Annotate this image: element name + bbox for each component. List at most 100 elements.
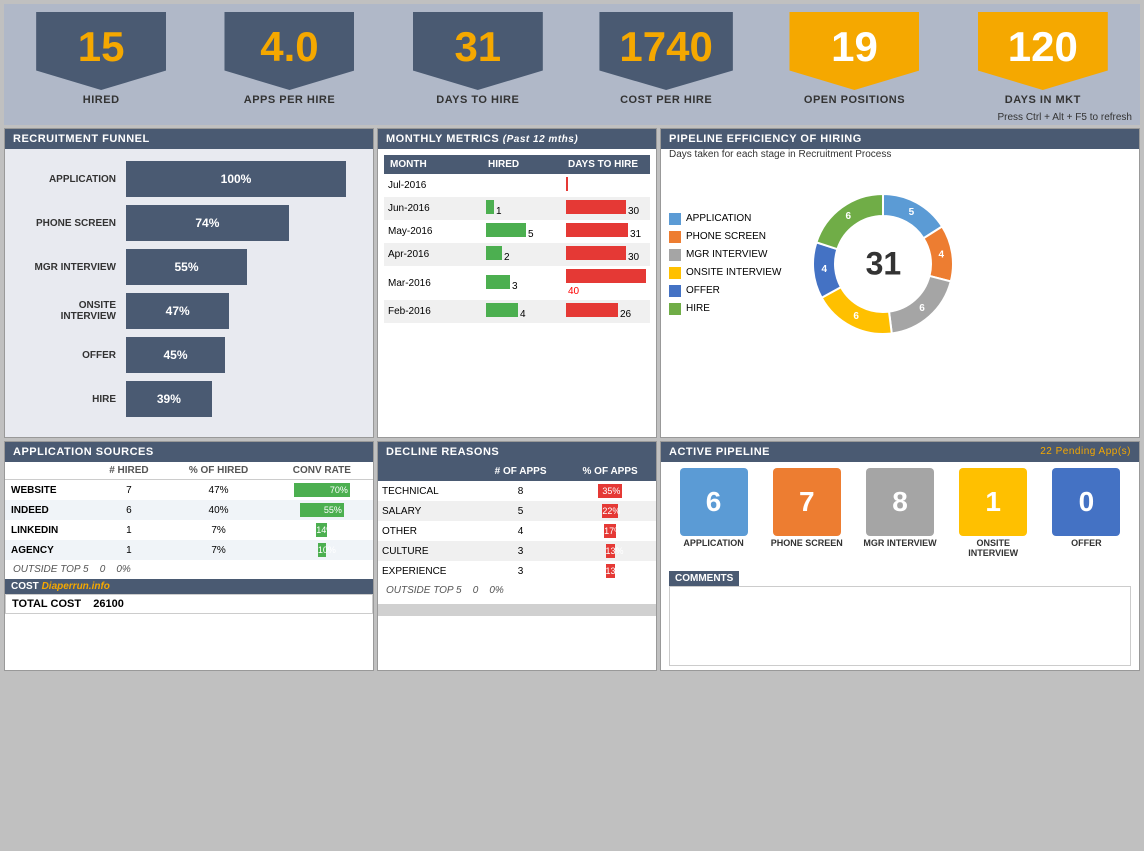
- kpi-label: HIRED: [83, 94, 120, 110]
- pipeline-boxes: 6 APPLICATION 7 PHONE SCREEN 8MGR INTERVIEW1…: [661, 462, 1139, 564]
- kpi-item-hired: 15 HIRED: [8, 12, 194, 110]
- kpi-item-days-in-mkt: 120DAYS IN MKT: [950, 12, 1136, 110]
- monthly-month: Jul-2016: [384, 174, 482, 197]
- kpi-label: APPS PER HIRE: [244, 94, 335, 110]
- decline-row: CULTURE313%: [378, 541, 656, 561]
- funnel-panel: RECRUITMENT FUNNEL APPLICATION100% PHONE …: [4, 128, 374, 438]
- svg-text:6: 6: [920, 303, 926, 314]
- decline-row: SALARY522%: [378, 501, 656, 521]
- monthly-month: Feb-2016: [384, 300, 482, 323]
- kpi-label: DAYS IN MKT: [1005, 94, 1081, 110]
- decline-row: OTHER417%: [378, 521, 656, 541]
- pipeline-stage-label: OFFER: [1071, 538, 1102, 548]
- main-grid: RECRUITMENT FUNNEL APPLICATION100%PHONE …: [4, 128, 1140, 671]
- funnel-row-label: APPLICATION: [21, 174, 126, 185]
- active-pipeline-title: ACTIVE PIPELINE 22 Pending App(s): [661, 442, 1139, 462]
- decline-panel: DECLINE REASONS # OF APPS% OF APPSTECHNI…: [377, 441, 657, 671]
- dashboard: 15 HIRED 4.0 APPS PER HIRE 31 DAYS TO HIRE 174…: [0, 0, 1144, 675]
- total-cost-label: TOTAL COST: [12, 598, 81, 610]
- svg-text:5: 5: [909, 207, 915, 218]
- kpi-value: 31: [413, 12, 543, 90]
- decline-row: EXPERIENCE313%: [378, 561, 656, 581]
- monthly-row: May-2016531: [384, 220, 650, 243]
- funnel-bar: 45%: [126, 337, 225, 373]
- funnel-row-label: HIRE: [21, 394, 126, 405]
- legend-label: ONSITE INTERVIEW: [686, 264, 781, 282]
- source-col-header: # HIRED: [91, 462, 166, 480]
- refresh-hint: Press Ctrl + Alt + F5 to refresh: [4, 110, 1140, 125]
- comments-section: COMMENTS: [669, 568, 1131, 666]
- kpi-row: 15HIRED4.0APPS PER HIRE31DAYS TO HIRE174…: [4, 4, 1140, 110]
- pipeline-stage-label: APPLICATION: [683, 538, 743, 548]
- kpi-label: COST PER HIRE: [620, 94, 712, 110]
- pipeline-stage-box: 8MGR INTERVIEW: [855, 468, 944, 558]
- monthly-col-header: MONTH: [384, 155, 482, 174]
- monthly-row: Jun-2016130: [384, 197, 650, 220]
- funnel-bar: 100%: [126, 161, 346, 197]
- pipeline-stage-box: 1ONSITE INTERVIEW: [949, 468, 1038, 558]
- svg-text:4: 4: [822, 264, 828, 275]
- source-col-header: CONV RATE: [271, 462, 373, 480]
- monthly-row: Mar-2016340: [384, 266, 650, 300]
- monthly-col-header: DAYS TO HIRE: [562, 155, 650, 174]
- app-source-row: INDEED640%55%: [5, 500, 373, 520]
- svg-text:4: 4: [939, 249, 945, 260]
- monthly-col-header: HIRED: [482, 155, 562, 174]
- kpi-value: 1740: [599, 12, 732, 90]
- pipeline-panel: PIPELINE EFFICIENCY OF HIRING Days taken…: [660, 128, 1140, 438]
- app-sources-content: # HIRED% OF HIREDCONV RATEWEBSITE747%70%…: [5, 462, 373, 614]
- monthly-table: MONTHHIREDDAYS TO HIRE Jul-2016Jun-201613…: [384, 155, 650, 323]
- source-col-header: [5, 462, 91, 480]
- legend-item: HIRE: [669, 300, 781, 318]
- app-source-row: WEBSITE747%70%: [5, 480, 373, 501]
- decline-title: DECLINE REASONS: [378, 442, 656, 462]
- funnel-bar: 74%: [126, 205, 289, 241]
- svg-text:6: 6: [846, 211, 852, 222]
- legend-item: ONSITE INTERVIEW: [669, 264, 781, 282]
- pipeline-stage-value: 7: [773, 468, 841, 536]
- pipeline-subtitle: Days taken for each stage in Recruitment…: [661, 149, 1139, 166]
- pipeline-stage-label: ONSITE INTERVIEW: [968, 538, 1018, 558]
- pipeline-stage-label: MGR INTERVIEW: [863, 538, 936, 548]
- funnel-bar: 55%: [126, 249, 247, 285]
- funnel-row: APPLICATION100%: [21, 161, 357, 197]
- legend-label: APPLICATION: [686, 210, 751, 228]
- legend-item: PHONE SCREEN: [669, 228, 781, 246]
- funnel-row-label: OFFER: [21, 350, 126, 361]
- pipeline-stage-label: PHONE SCREEN: [771, 538, 843, 548]
- funnel-row: HIRE39%: [21, 381, 357, 417]
- funnel-row: MGR INTERVIEW55%: [21, 249, 357, 285]
- decline-row: TECHNICAL835%: [378, 481, 656, 501]
- pipeline-stage-box: 0OFFER: [1042, 468, 1131, 558]
- kpi-value: 15: [36, 12, 166, 90]
- kpi-value: 4.0: [224, 12, 354, 90]
- monthly-row: Jul-2016: [384, 174, 650, 197]
- app-sources-table: # HIRED% OF HIREDCONV RATEWEBSITE747%70%…: [5, 462, 373, 560]
- funnel-title: RECRUITMENT FUNNEL: [5, 129, 373, 149]
- funnel-row-label: ONSITE INTERVIEW: [21, 300, 126, 322]
- kpi-value: 19: [789, 12, 919, 90]
- comments-header: COMMENTS: [669, 571, 739, 586]
- funnel-row: ONSITE INTERVIEW47%: [21, 293, 357, 329]
- monthly-row: Feb-2016426: [384, 300, 650, 323]
- decline-content: # OF APPS% OF APPSTECHNICAL835%SALARY522…: [378, 462, 656, 616]
- donut-chart: 54664631: [793, 174, 973, 354]
- funnel-row: OFFER45%: [21, 337, 357, 373]
- total-cost-row: TOTAL COST 26100: [5, 594, 373, 614]
- pipeline-legend: APPLICATIONPHONE SCREENMGR INTERVIEWONSI…: [669, 210, 781, 318]
- legend-item: OFFER: [669, 282, 781, 300]
- pipeline-stage-value: 6: [680, 468, 748, 536]
- source-col-header: % OF HIRED: [166, 462, 270, 480]
- monthly-month: May-2016: [384, 220, 482, 243]
- app-source-row: AGENCY17%10%: [5, 540, 373, 560]
- donut-center-value: 31: [866, 246, 902, 283]
- pipeline-title: PIPELINE EFFICIENCY OF HIRING: [661, 129, 1139, 149]
- decline-table: # OF APPS% OF APPSTECHNICAL835%SALARY522…: [378, 462, 656, 581]
- app-sources-title: APPLICATION SOURCES: [5, 442, 373, 462]
- pipeline-content: APPLICATIONPHONE SCREENMGR INTERVIEWONSI…: [661, 166, 1139, 362]
- app-source-row: LINKEDIN17%14%: [5, 520, 373, 540]
- funnel-row-label: PHONE SCREEN: [21, 218, 126, 229]
- active-pipeline-panel: ACTIVE PIPELINE 22 Pending App(s) 6 APPLI…: [660, 441, 1140, 671]
- monthly-title: MONTHLY METRICS (Past 12 mths): [378, 129, 656, 149]
- kpi-label: OPEN POSITIONS: [804, 94, 905, 110]
